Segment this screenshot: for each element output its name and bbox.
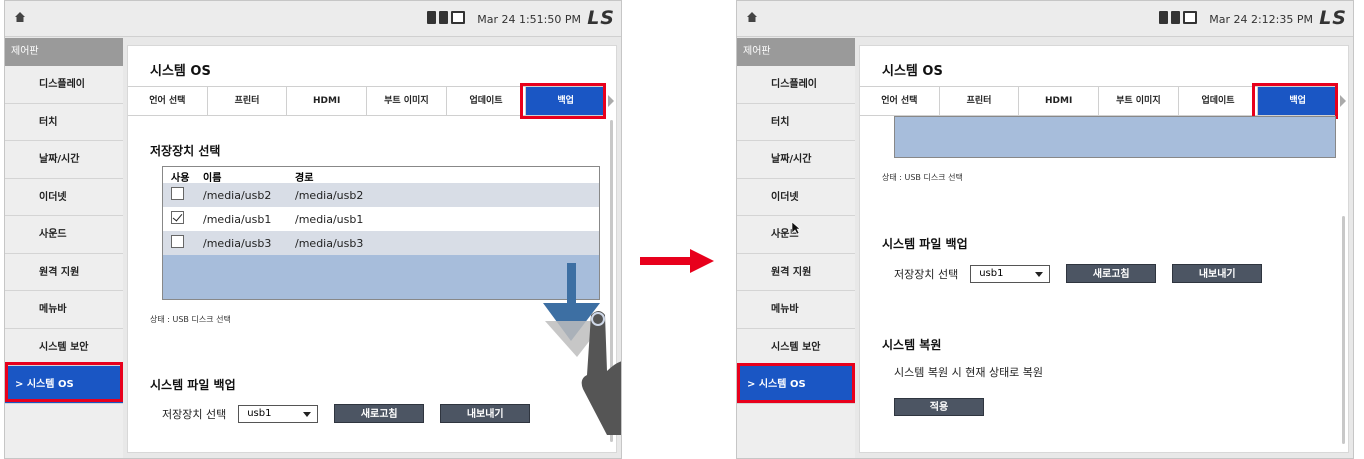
storage-row[interactable]: /media/usb1 /media/usb1 <box>163 207 599 231</box>
chevron-down-icon <box>1035 271 1044 277</box>
screen-after: Mar 24 2:12:35 PM LS 제어판 디스플레이 터치 날짜/시간 … <box>736 0 1354 459</box>
sd-card-icon <box>427 11 436 24</box>
sidebar-item-system-security[interactable]: 시스템 보안 <box>5 329 123 366</box>
main-panel: 시스템 OS 언어 선택 프린터 HDMI 부트 이미지 업데이트 백업 상태 … <box>859 45 1349 453</box>
sidebar-item-ethernet[interactable]: 이더넷 <box>5 179 123 216</box>
swipe-down-hand-icon <box>543 263 621 435</box>
restore-section-title: 시스템 복원 <box>882 338 942 352</box>
export-button[interactable]: 내보내기 <box>1172 264 1263 283</box>
tab-hdmi[interactable]: HDMI <box>287 87 368 115</box>
refresh-button[interactable]: 새로고침 <box>1066 264 1157 283</box>
home-icon[interactable] <box>746 11 758 23</box>
storage-select-value: usb1 <box>247 407 272 419</box>
storage-list-header: 사용 이름 경로 <box>163 167 599 184</box>
column-header-use: 사용 <box>171 173 190 184</box>
sd-card-icon <box>1159 11 1168 24</box>
column-header-name: 이름 <box>203 173 222 184</box>
sidebar-item-touch[interactable]: 터치 <box>737 104 855 141</box>
apply-button[interactable]: 적용 <box>894 398 984 416</box>
storage-list <box>894 116 1336 158</box>
storage-select-label: 저장장치 선택 <box>162 407 227 421</box>
storage-name: /media/usb1 <box>203 212 272 226</box>
column-header-path: 경로 <box>295 173 314 184</box>
storage-select-label: 저장장치 선택 <box>894 267 959 281</box>
screen-before: Mar 24 1:51:50 PM LS 제어판 디스플레이 터치 날짜/시간 … <box>4 0 622 459</box>
tab-boot-image[interactable]: 부트 이미지 <box>367 87 447 115</box>
highlight-box-tab <box>1252 83 1338 119</box>
home-icon[interactable] <box>14 11 26 23</box>
mouse-cursor-icon <box>791 221 801 235</box>
chevron-down-icon <box>303 411 312 417</box>
storage-name: /media/usb3 <box>203 236 272 250</box>
sidebar-item-menubar[interactable]: 메뉴바 <box>737 291 855 329</box>
tab-hdmi[interactable]: HDMI <box>1019 87 1100 115</box>
backup-form: 저장장치 선택 usb1 새로고침 내보내기 <box>162 404 531 423</box>
tab-boot-image[interactable]: 부트 이미지 <box>1099 87 1179 115</box>
tab-update[interactable]: 업데이트 <box>1179 87 1259 115</box>
scrollbar[interactable] <box>1342 216 1345 444</box>
sidebar-item-touch[interactable]: 터치 <box>5 104 123 141</box>
usb-icon <box>439 11 448 24</box>
ls-logo: LS <box>587 7 615 29</box>
tab-language[interactable]: 언어 선택 <box>128 87 208 115</box>
sidebar-item-remote-support[interactable]: 원격 지원 <box>5 254 123 291</box>
storage-path: /media/usb2 <box>295 188 364 202</box>
storage-list: 사용 이름 경로 /media/usb2 /media/usb2 /media/… <box>162 166 600 300</box>
use-checkbox[interactable] <box>171 187 184 200</box>
highlight-box-sidebar <box>5 362 123 402</box>
sidebar-item-system-security[interactable]: 시스템 보안 <box>737 329 855 366</box>
top-bar: Mar 24 2:12:35 PM LS <box>737 1 1353 37</box>
sidebar-item-menubar[interactable]: 메뉴바 <box>5 291 123 329</box>
usb-icon <box>1171 11 1180 24</box>
clock: Mar 24 1:51:50 PM <box>477 13 581 26</box>
sidebar-item-display[interactable]: 디스플레이 <box>737 66 855 104</box>
status-text: 상태 : USB 디스크 선택 <box>150 315 231 324</box>
page-title: 시스템 OS <box>882 64 943 79</box>
storage-section-title: 저장장치 선택 <box>150 144 221 158</box>
backup-section-title: 시스템 파일 백업 <box>150 378 236 392</box>
sidebar-item-sound[interactable]: 사운드 <box>5 216 123 254</box>
sidebar-item-datetime[interactable]: 날짜/시간 <box>737 141 855 179</box>
chevron-right-icon[interactable] <box>1340 95 1346 107</box>
storage-select[interactable]: usb1 <box>970 264 1051 283</box>
storage-name: /media/usb2 <box>203 188 272 202</box>
ls-logo: LS <box>1319 7 1347 29</box>
sidebar-item-display[interactable]: 디스플레이 <box>5 66 123 104</box>
storage-select[interactable]: usb1 <box>238 404 319 423</box>
storage-path: /media/usb3 <box>295 236 364 250</box>
refresh-button[interactable]: 새로고침 <box>334 404 425 423</box>
tab-printer[interactable]: 프린터 <box>940 87 1020 115</box>
use-checkbox[interactable] <box>171 211 184 224</box>
clock: Mar 24 2:12:35 PM <box>1209 13 1313 26</box>
right-arrow-icon <box>640 249 714 273</box>
highlight-box-tab <box>520 83 606 119</box>
storage-path: /media/usb1 <box>295 212 364 226</box>
use-checkbox[interactable] <box>171 235 184 248</box>
export-button[interactable]: 내보내기 <box>440 404 531 423</box>
monitor-icon <box>1183 11 1197 24</box>
sidebar-item-remote-support[interactable]: 원격 지원 <box>737 254 855 291</box>
storage-select-value: usb1 <box>979 267 1004 279</box>
sidebar-item-datetime[interactable]: 날짜/시간 <box>5 141 123 179</box>
storage-row[interactable]: /media/usb2 /media/usb2 <box>163 183 599 207</box>
backup-form: 저장장치 선택 usb1 새로고침 내보내기 <box>894 264 1263 283</box>
sidebar-title: 제어판 <box>5 38 123 66</box>
storage-row[interactable]: /media/usb3 /media/usb3 <box>163 231 599 255</box>
highlight-box-sidebar <box>737 363 855 403</box>
tab-language[interactable]: 언어 선택 <box>860 87 940 115</box>
sidebar-title: 제어판 <box>737 38 855 66</box>
status-text: 상태 : USB 디스크 선택 <box>882 173 963 182</box>
device-status-icons <box>1159 11 1197 25</box>
tab-update[interactable]: 업데이트 <box>447 87 527 115</box>
device-status-icons <box>427 11 465 25</box>
chevron-right-icon[interactable] <box>608 95 614 107</box>
monitor-icon <box>451 11 465 24</box>
restore-description: 시스템 복원 시 현재 상태로 복원 <box>894 366 1044 379</box>
sidebar-item-ethernet[interactable]: 이더넷 <box>737 179 855 216</box>
top-bar: Mar 24 1:51:50 PM LS <box>5 1 621 37</box>
backup-section-title: 시스템 파일 백업 <box>882 237 968 251</box>
tab-printer[interactable]: 프린터 <box>208 87 288 115</box>
page-title: 시스템 OS <box>150 64 211 79</box>
